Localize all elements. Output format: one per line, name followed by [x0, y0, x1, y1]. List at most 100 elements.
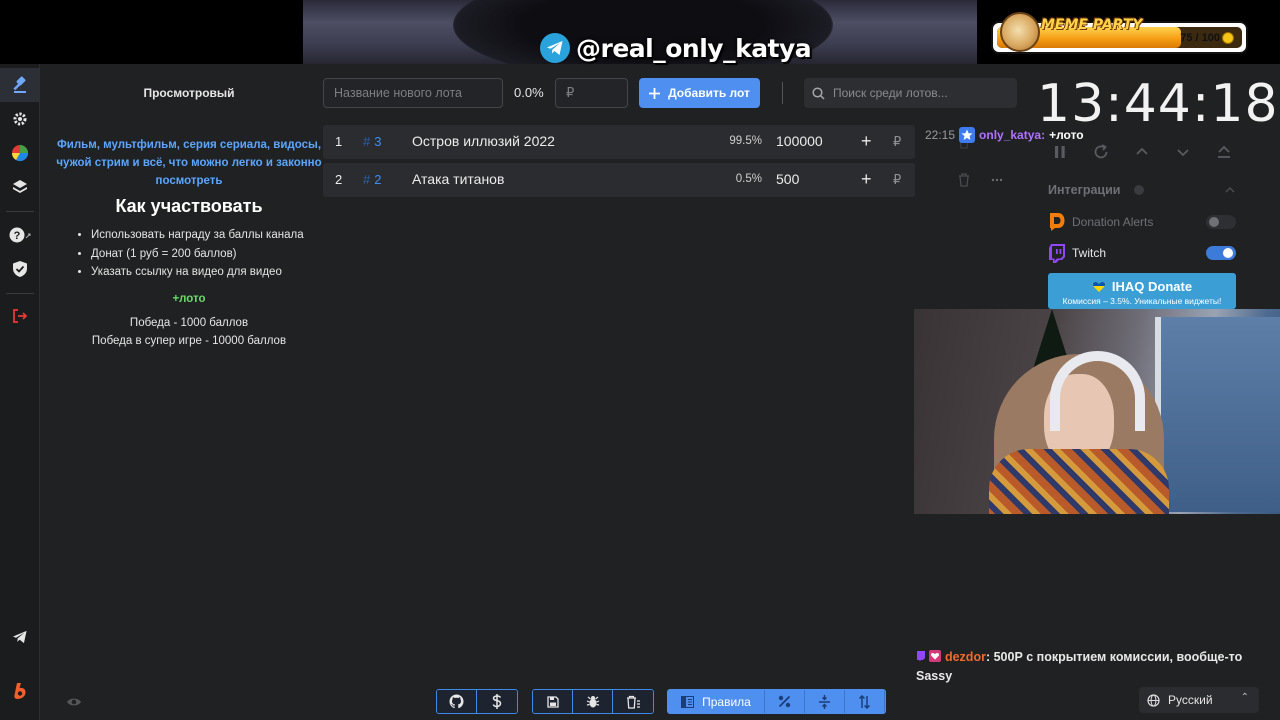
integration-label: Twitch	[1072, 246, 1107, 260]
lot-add-amount-button[interactable]: +	[861, 169, 872, 190]
visibility-toggle[interactable]	[66, 695, 82, 713]
delete-lot-icon[interactable]	[958, 173, 970, 187]
more-icon[interactable]	[991, 178, 1003, 182]
chat-message: 22:15 only_katya: +лото	[925, 127, 1084, 143]
rules-list-item: Использовать награду за баллы канала	[91, 226, 341, 245]
stream-overlay-top: @real_only_katya MEME PARTY 75 / 100	[0, 0, 1280, 64]
boosty-icon	[14, 683, 26, 699]
chat-username: dezdor	[944, 650, 986, 664]
rules-description: Фильм, мультфильм, серия сериала, видосы…	[56, 139, 322, 187]
rules-toggle-button[interactable]: Правила	[668, 690, 765, 713]
donation-alerts-toggle[interactable]	[1206, 215, 1236, 229]
toggle-knob	[1223, 248, 1233, 258]
add-lot-button[interactable]: Добавить лот	[639, 78, 760, 108]
search-icon	[812, 86, 825, 100]
sidebar-item-auction[interactable]	[0, 68, 40, 102]
telegram-banner: @real_only_katya	[540, 32, 812, 64]
donation-alerts-icon	[1050, 213, 1065, 231]
clear-lots-button[interactable]	[613, 690, 653, 713]
percent-icon	[778, 695, 791, 708]
lot-id-value: 3	[374, 134, 382, 149]
rules-title: Просмотровый	[143, 86, 235, 100]
lot-row[interactable]: 1 #3 Остров иллюзий 2022 99.5% 100000 + …	[323, 125, 915, 159]
sidebar-item-telegram[interactable]	[0, 620, 40, 654]
sidebar-item-settings[interactable]	[0, 102, 40, 136]
github-icon	[449, 694, 464, 709]
language-select[interactable]: Русский ⌃	[1139, 687, 1259, 713]
restart-icon[interactable]	[1092, 143, 1110, 161]
sidebar-item-safety[interactable]	[0, 252, 40, 286]
chat-text: Sassy	[916, 669, 953, 683]
chat-time: 22:15	[925, 128, 956, 142]
sidebar-item-boosty[interactable]	[0, 674, 40, 708]
rules-panel: Просмотровый Фильм, мультфильм, серия се…	[41, 64, 322, 720]
compact-view-button[interactable]	[805, 690, 845, 713]
lot-name[interactable]: Атака титанов	[412, 171, 504, 187]
gear-icon	[13, 112, 27, 126]
layers-icon	[13, 180, 27, 193]
globe-icon	[1147, 693, 1160, 707]
integrations-header[interactable]: Интеграции	[1048, 183, 1120, 197]
sidebar-item-history[interactable]	[0, 170, 40, 204]
lot-id-hash: #	[363, 172, 371, 187]
lot-id-value: 2	[374, 172, 382, 187]
language-selected: Русский	[1168, 693, 1213, 707]
new-lot-amount-input[interactable]: ₽	[555, 78, 628, 108]
plus-icon	[649, 87, 661, 99]
save-button[interactable]	[533, 690, 573, 713]
chevron-up-icon[interactable]	[1134, 143, 1150, 161]
info-icon	[1134, 185, 1144, 195]
star-badge-icon	[959, 127, 976, 143]
sidebar-item-help[interactable]: ?	[0, 218, 40, 252]
donate-button[interactable]	[477, 690, 517, 713]
chat-username: only_katya:	[979, 128, 1046, 142]
rules-list-item: Указать ссылку на видео для видео	[91, 263, 341, 282]
lot-amount[interactable]: 500	[776, 171, 799, 187]
ukraine-heart-icon	[1092, 281, 1106, 292]
percent-toggle-button[interactable]	[765, 690, 805, 713]
links-group	[436, 689, 518, 714]
lot-percent: 99.5%	[729, 135, 762, 147]
rules-heading: Как участвовать	[115, 196, 263, 216]
search-placeholder: Поиск среди лотов...	[833, 86, 948, 100]
twitch-toggle[interactable]	[1206, 246, 1236, 260]
heart-badge-icon	[929, 650, 942, 662]
sidebar-item-logout[interactable]	[0, 299, 40, 333]
chevron-down-icon[interactable]	[1175, 143, 1191, 161]
lot-amount[interactable]: 100000	[776, 133, 823, 149]
search-lots-input[interactable]: Поиск среди лотов...	[804, 78, 1017, 108]
rules-prizes: Победа - 1000 баллов Победа в супер игре…	[41, 314, 337, 350]
rules-list-item: Донат (1 руб = 200 баллов)	[91, 245, 341, 264]
help-icon: ?	[9, 227, 31, 243]
integration-twitch[interactable]: Twitch	[1048, 242, 1238, 264]
lot-id: #3	[363, 134, 381, 149]
toggle-knob	[1209, 217, 1219, 227]
dollar-icon	[492, 694, 502, 709]
meme-party-title: MEME PARTY	[1041, 17, 1143, 33]
lot-id: #2	[363, 172, 381, 187]
lot-currency: ₽	[893, 134, 902, 149]
sort-button[interactable]	[845, 690, 885, 713]
shield-icon	[13, 261, 27, 277]
lot-index: 1	[335, 134, 343, 149]
double-chevron-up-icon[interactable]	[1216, 143, 1232, 161]
new-lot-percent: 0.0%	[514, 85, 544, 100]
lot-name[interactable]: Остров иллюзий 2022	[412, 133, 555, 149]
integration-label: Donation Alerts	[1072, 215, 1154, 229]
eye-icon	[67, 698, 81, 706]
coin-icon	[1222, 32, 1234, 44]
chevron-up-icon[interactable]	[1224, 185, 1236, 195]
pause-icon[interactable]	[1052, 143, 1068, 161]
sort-icon	[858, 694, 871, 709]
compress-vertical-icon	[819, 694, 830, 709]
integration-donation-alerts[interactable]: Donation Alerts	[1048, 211, 1238, 233]
lot-add-amount-button[interactable]: +	[861, 131, 872, 152]
bug-report-button[interactable]	[573, 690, 613, 713]
rules-win: Победа - 1000 баллов	[129, 317, 249, 329]
ihaq-donate-button[interactable]: IHAQ Donate Комиссия – 3.5%. Уникальные …	[1048, 273, 1236, 309]
streamer-body	[989, 449, 1169, 514]
lot-row[interactable]: 2 #2 Атака титанов 0.5% 500 + ₽	[323, 163, 915, 197]
new-lot-name-input[interactable]: Название нового лота	[323, 78, 503, 108]
sidebar-item-statistics[interactable]	[0, 136, 40, 170]
github-button[interactable]	[437, 690, 477, 713]
